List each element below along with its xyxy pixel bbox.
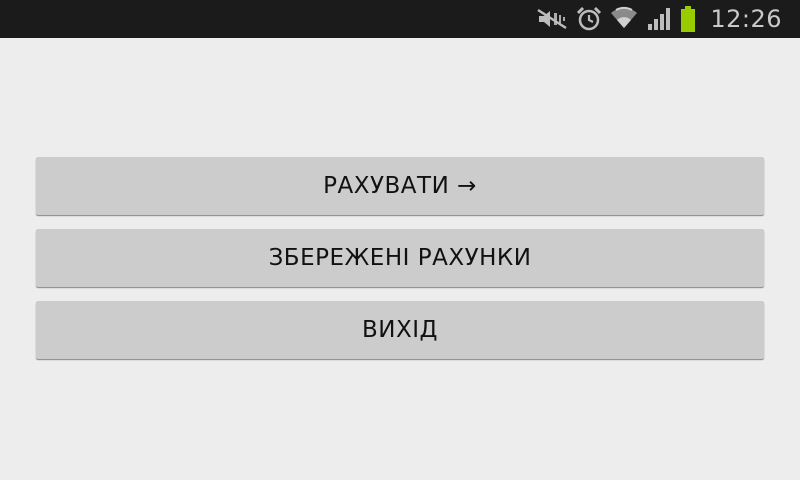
alarm-icon xyxy=(577,6,602,31)
status-bar: 12:26 xyxy=(0,0,800,38)
wifi-icon xyxy=(611,6,638,29)
main-menu: РАХУВАТИ → ЗБЕРЕЖЕНІ РАХУНКИ ВИХІД xyxy=(36,157,764,373)
status-icons: 12:26 xyxy=(536,0,782,38)
signal-icon xyxy=(648,8,671,30)
exit-button[interactable]: ВИХІД xyxy=(36,301,764,359)
status-time: 12:26 xyxy=(710,5,782,33)
calculate-button[interactable]: РАХУВАТИ → xyxy=(36,157,764,215)
saved-accounts-button[interactable]: ЗБЕРЕЖЕНІ РАХУНКИ xyxy=(36,229,764,287)
battery-icon xyxy=(681,6,696,32)
mute-icon xyxy=(537,8,568,30)
